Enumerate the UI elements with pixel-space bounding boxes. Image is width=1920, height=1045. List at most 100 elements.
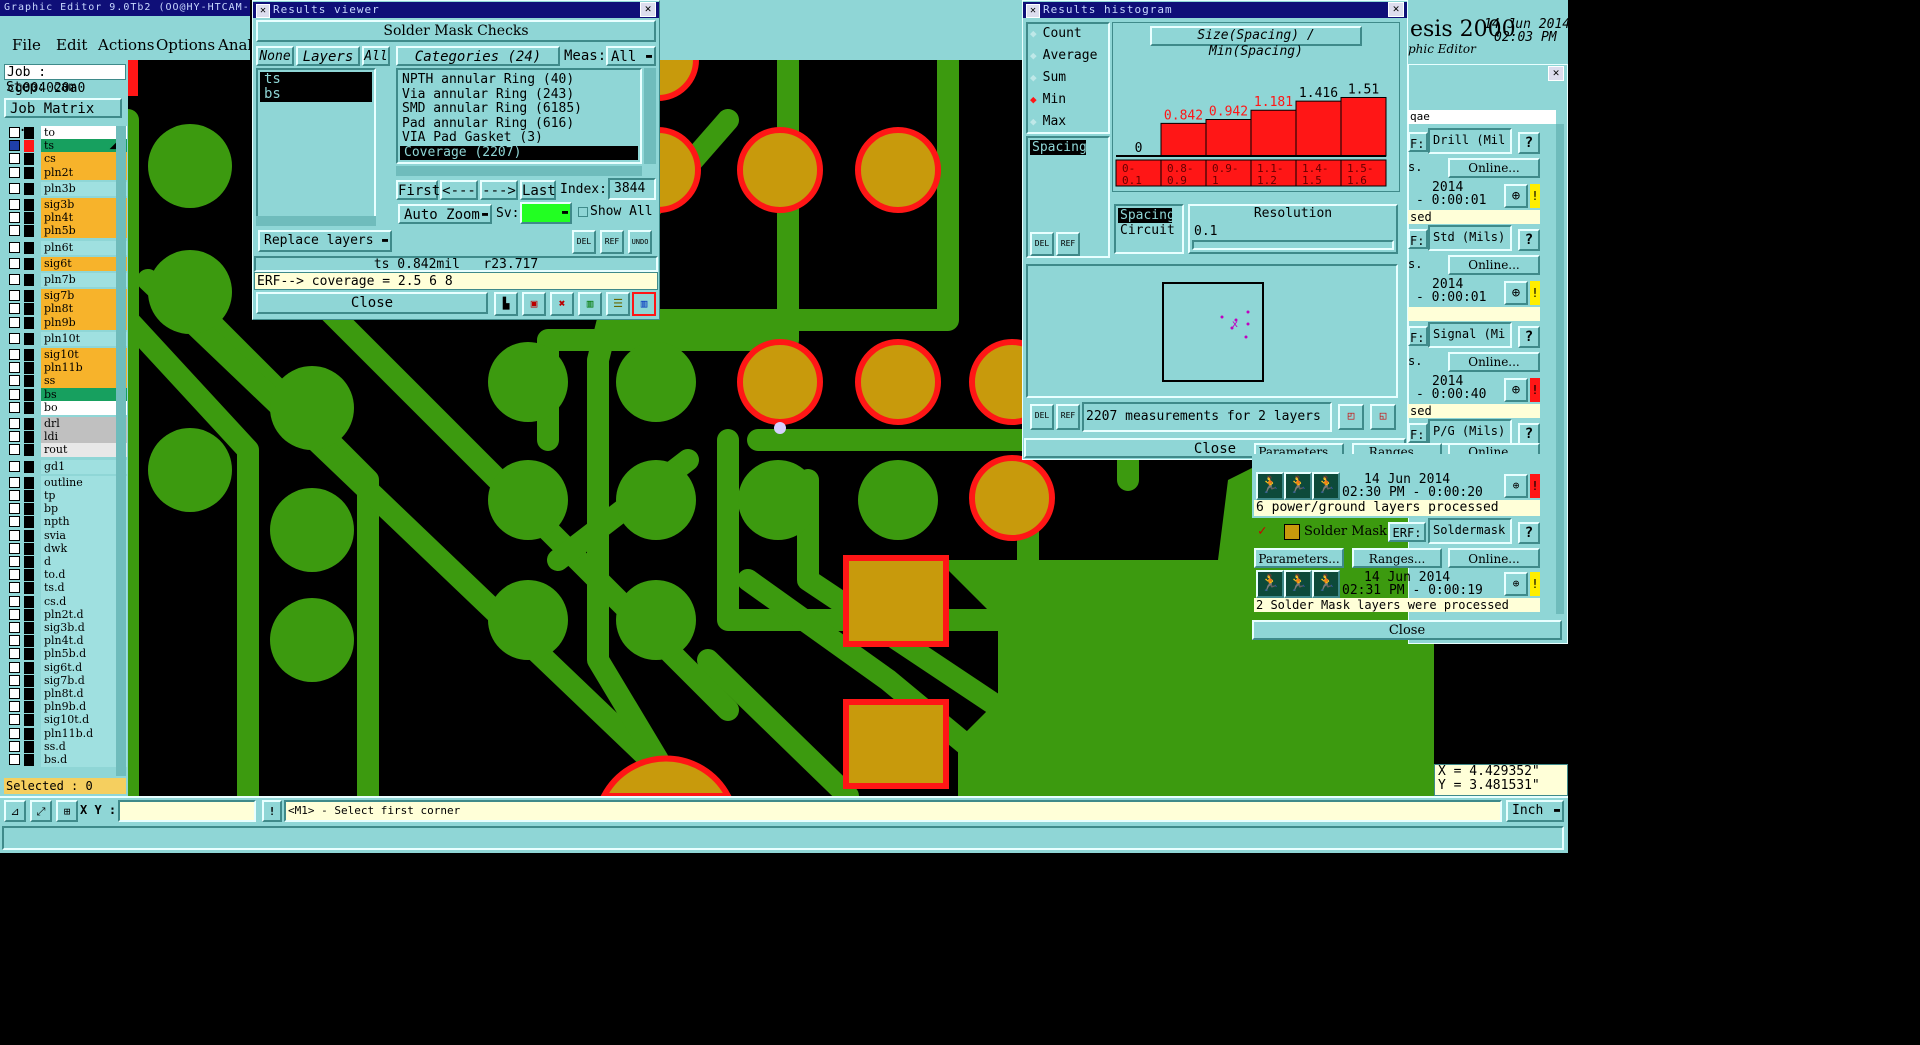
actions-scrollbar[interactable] — [1556, 124, 1564, 614]
layer-swatch[interactable] — [24, 648, 34, 661]
layer-swatch[interactable] — [24, 490, 34, 502]
layer-checkbox[interactable] — [9, 490, 20, 501]
layer-name[interactable]: pln5b.d◢ — [41, 647, 127, 662]
layer-row-sig3b-d[interactable]: sig3b.d◢ — [8, 621, 127, 635]
layer-row-bs[interactable]: bs◢ — [8, 387, 127, 402]
layer-row-pln2t[interactable]: pln2t — [8, 165, 127, 180]
layer-name[interactable]: bs.d◢ — [41, 753, 127, 767]
rv-category-item[interactable]: Coverage (2207) — [400, 145, 638, 160]
hist-stat-count[interactable]: ◆ Count — [1030, 26, 1082, 41]
layer-checkbox[interactable] — [9, 418, 20, 429]
grid-icon[interactable]: ⊞ — [56, 800, 78, 822]
run-icon[interactable]: 🏃 — [1284, 472, 1312, 500]
rv-replace-layers-select[interactable]: Replace layers ▬ — [258, 230, 392, 252]
zoom-in-icon[interactable]: ⊕ — [1504, 281, 1528, 305]
hist-res-circuit[interactable]: Circuit — [1116, 223, 1182, 238]
units-select[interactable]: Inch ▬ — [1506, 800, 1564, 822]
rv-category-list[interactable]: NPTH annular Ring (40) Via annular Ring (… — [396, 68, 642, 164]
layer-name[interactable]: pln9b.d◢ — [41, 700, 127, 715]
hist-res-list[interactable]: Spacing Circuit — [1114, 204, 1184, 254]
layer-name[interactable]: ts.d◢ — [41, 581, 127, 596]
layer-swatch[interactable] — [24, 556, 34, 568]
layer-checkbox[interactable] — [9, 257, 20, 269]
rv-last-button[interactable]: Last — [520, 180, 556, 200]
hist-stat-average[interactable]: ◆ Average — [1030, 48, 1097, 63]
layer-swatch[interactable] — [24, 701, 34, 714]
layer-checkbox[interactable] — [9, 182, 20, 194]
hist-bar-2[interactable] — [1205, 118, 1252, 157]
radio-off-icon[interactable]: ◆ — [1030, 27, 1037, 40]
layer-name[interactable]: cs◢ — [41, 152, 127, 167]
layer-swatch[interactable] — [24, 182, 34, 195]
rv-category-item[interactable]: Pad annular Ring (616) — [398, 116, 640, 132]
layer-checkbox[interactable] — [9, 303, 20, 315]
layer-swatch[interactable] — [24, 608, 34, 621]
layer-checkbox[interactable] — [9, 431, 20, 443]
layer-swatch[interactable] — [24, 674, 34, 687]
rv-layers-label[interactable]: Layers — [296, 46, 360, 66]
layer-checkbox[interactable] — [9, 661, 20, 673]
ruler-icon[interactable]: ▙ — [494, 292, 518, 316]
layer-checkbox[interactable] — [9, 212, 20, 224]
layer-checkbox[interactable] — [9, 274, 20, 285]
rv-category-item[interactable]: Via annular Ring (243) — [398, 87, 640, 103]
layer-row-pln5b-d[interactable]: pln5b.d◢ — [8, 647, 127, 662]
layer-row-ts-d[interactable]: ts.d◢ — [8, 581, 127, 596]
layer-name[interactable]: pln9b — [41, 315, 127, 330]
layer-checkbox[interactable] — [9, 199, 20, 210]
layer-checkbox[interactable] — [9, 476, 20, 488]
radio-on-icon[interactable]: ◆ — [1030, 93, 1037, 106]
layer-name[interactable]: dwk — [41, 541, 127, 556]
hist-spacing-item[interactable]: Spacing — [1030, 140, 1087, 155]
layer-swatch[interactable] — [24, 140, 34, 153]
layer-checkbox[interactable] — [9, 595, 20, 607]
rv-auto-zoom-select[interactable]: Auto Zoom ▬ — [398, 204, 492, 224]
action-erf-value[interactable]: P/G (Mils) — [1428, 419, 1512, 445]
layer-checkbox[interactable] — [9, 444, 20, 456]
layer-swatch[interactable] — [24, 622, 34, 634]
action-erf-button[interactable]: F: — [1408, 326, 1428, 346]
layer-scrollbar[interactable] — [116, 126, 126, 776]
layer-checkbox[interactable] — [9, 316, 20, 328]
layer-name[interactable]: sig3b◢ — [41, 198, 127, 212]
layer-name[interactable]: to — [41, 126, 127, 140]
layer-row-rout[interactable]: rout — [8, 443, 127, 458]
layer-swatch[interactable] — [24, 153, 34, 166]
layer-checkbox[interactable] — [9, 556, 20, 567]
layer-name[interactable]: pln8t.d◢ — [41, 687, 127, 701]
layer-checkbox[interactable] — [9, 608, 20, 620]
rv-first-button[interactable]: First — [396, 180, 440, 200]
layer-checkbox[interactable] — [9, 166, 20, 178]
layer-row-ss-d[interactable]: ss.d◢ — [8, 739, 127, 754]
hist-stat-max[interactable]: ◆ Max — [1030, 114, 1066, 129]
help-icon[interactable]: ? — [1518, 423, 1540, 445]
layer-swatch[interactable] — [24, 418, 34, 430]
layer-checkbox[interactable] — [9, 648, 20, 660]
layer-row-pln4t-d[interactable]: pln4t.d◢ — [8, 634, 127, 649]
rv-category-item[interactable]: NPTH annular Ring (40) — [398, 72, 640, 88]
sm-erf-button[interactable]: ERF: — [1388, 522, 1426, 542]
layer-name[interactable]: sig7b.d◢ — [41, 673, 127, 688]
rv-category-hscroll[interactable] — [396, 166, 642, 176]
rv-del-button[interactable]: DEL — [572, 230, 596, 254]
layer-swatch[interactable] — [24, 714, 34, 727]
layer-checkbox[interactable] — [9, 153, 20, 165]
rv-layer-ts[interactable]: ts — [260, 72, 372, 87]
help-icon[interactable]: ? — [1518, 326, 1540, 348]
layer-row-bs-d[interactable]: bs.d◢ — [8, 753, 127, 767]
layer-row-pln7b[interactable]: pln7b — [8, 273, 127, 287]
rv-all-button[interactable]: All — [362, 46, 390, 66]
layer-name[interactable]: ss◢ — [41, 374, 127, 389]
layer-name[interactable]: outline — [41, 475, 127, 490]
rv-sv-color[interactable]: ▬ — [520, 202, 572, 224]
layer-swatch[interactable] — [24, 127, 34, 139]
layer-row-sig7b-d[interactable]: sig7b.d◢ — [8, 673, 127, 688]
layer-name[interactable]: sig6t◢ — [41, 256, 127, 271]
layer-swatch[interactable] — [24, 274, 34, 286]
layer-swatch[interactable] — [24, 303, 34, 316]
layer-swatch[interactable] — [24, 362, 34, 375]
layer-row-pln9b[interactable]: pln9b — [8, 315, 127, 330]
layer-name[interactable]: pln11b.d◢ — [41, 726, 127, 741]
layer-row-cs[interactable]: cs◢ — [8, 152, 127, 167]
layer-checkbox[interactable] — [9, 740, 20, 752]
